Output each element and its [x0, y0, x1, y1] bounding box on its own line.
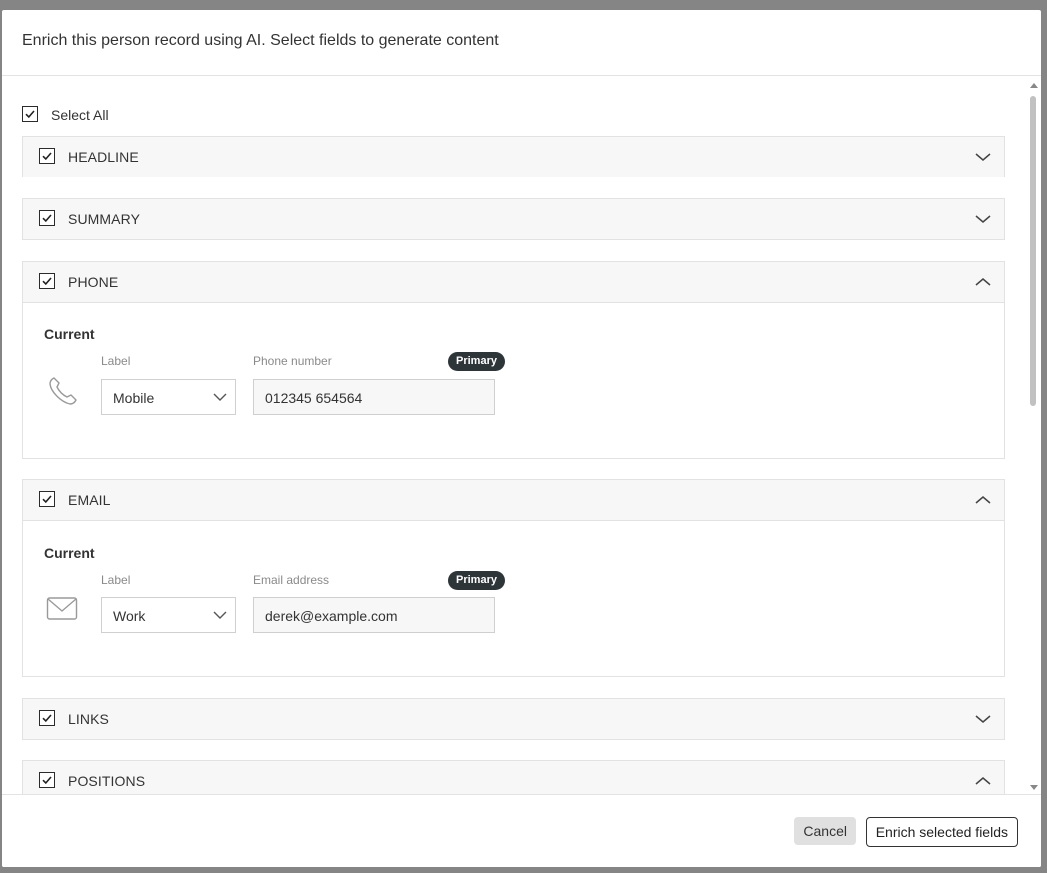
chevron-up-icon[interactable] — [974, 492, 992, 508]
dialog-body: Select All HEADLINE SUMMARY PHONE Curren… — [2, 76, 1041, 794]
email-address-value: derek@example.com — [265, 608, 398, 624]
phone-label-caption: Label — [101, 354, 131, 368]
headline-checkbox[interactable] — [39, 148, 55, 164]
section-header-email[interactable]: EMAIL — [23, 480, 1004, 521]
section-label-links: LINKS — [68, 711, 109, 727]
summary-checkbox[interactable] — [39, 210, 55, 226]
section-links: LINKS — [22, 698, 1005, 740]
email-address-input[interactable]: derek@example.com — [253, 597, 495, 633]
email-current-label: Current — [44, 545, 95, 561]
positions-checkbox[interactable] — [39, 772, 55, 788]
phone-label-select[interactable]: Mobile — [101, 379, 236, 415]
chevron-up-icon[interactable] — [974, 274, 992, 290]
phone-icon — [49, 377, 77, 405]
chevron-down-icon[interactable] — [974, 211, 992, 227]
dialog-scrollbar[interactable] — [1027, 76, 1039, 794]
chevron-down-icon[interactable] — [974, 711, 992, 727]
chevron-down-icon — [213, 393, 227, 401]
links-checkbox[interactable] — [39, 710, 55, 726]
primary-badge: Primary — [448, 571, 505, 590]
section-label-headline: HEADLINE — [68, 149, 139, 165]
phone-number-caption: Phone number — [253, 354, 332, 368]
section-label-phone: PHONE — [68, 274, 119, 290]
chevron-up-icon[interactable] — [974, 773, 992, 789]
section-header-positions[interactable]: POSITIONS — [23, 761, 1004, 794]
email-label-select[interactable]: Work — [101, 597, 236, 633]
email-address-caption: Email address — [253, 573, 330, 587]
scroll-thumb[interactable] — [1030, 96, 1036, 406]
email-label-value: Work — [113, 608, 146, 624]
dialog-header: Enrich this person record using AI. Sele… — [2, 10, 1041, 76]
enrich-dialog: Enrich this person record using AI. Sele… — [2, 10, 1041, 867]
section-label-positions: POSITIONS — [68, 773, 146, 789]
chevron-down-icon[interactable] — [974, 149, 992, 165]
phone-label-value: Mobile — [113, 390, 155, 406]
phone-checkbox[interactable] — [39, 273, 55, 289]
section-email: EMAIL Current Label Work Email address P… — [22, 479, 1005, 677]
select-all-label: Select All — [51, 107, 109, 123]
chevron-down-icon — [213, 611, 227, 619]
section-header-phone[interactable]: PHONE — [23, 262, 1004, 303]
cancel-button[interactable]: Cancel — [794, 817, 856, 845]
section-label-email: EMAIL — [68, 492, 111, 508]
phone-number-input[interactable]: 012345 654564 — [253, 379, 495, 415]
section-headline: HEADLINE — [22, 136, 1005, 177]
section-phone: PHONE Current Label Mobile Phone number … — [22, 261, 1005, 459]
section-header-headline[interactable]: HEADLINE — [23, 137, 1004, 177]
section-header-summary[interactable]: SUMMARY — [23, 199, 1004, 239]
enrich-selected-fields-button[interactable]: Enrich selected fields — [865, 817, 1018, 847]
dialog-title: Enrich this person record using AI. Sele… — [22, 32, 499, 49]
section-header-links[interactable]: LINKS — [23, 699, 1004, 739]
select-all-checkbox[interactable] — [22, 106, 38, 122]
section-summary: SUMMARY — [22, 198, 1005, 240]
section-label-summary: SUMMARY — [68, 211, 141, 227]
envelope-icon — [46, 597, 78, 620]
scroll-down-arrow-icon[interactable] — [1030, 785, 1038, 790]
phone-number-value: 012345 654564 — [265, 390, 363, 406]
email-checkbox[interactable] — [39, 491, 55, 507]
phone-current-label: Current — [44, 326, 95, 342]
primary-badge: Primary — [448, 352, 505, 371]
email-label-caption: Label — [101, 573, 131, 587]
scroll-up-arrow-icon[interactable] — [1030, 83, 1038, 88]
dialog-footer: Cancel Enrich selected fields — [2, 794, 1041, 867]
section-positions: POSITIONS — [22, 760, 1005, 794]
